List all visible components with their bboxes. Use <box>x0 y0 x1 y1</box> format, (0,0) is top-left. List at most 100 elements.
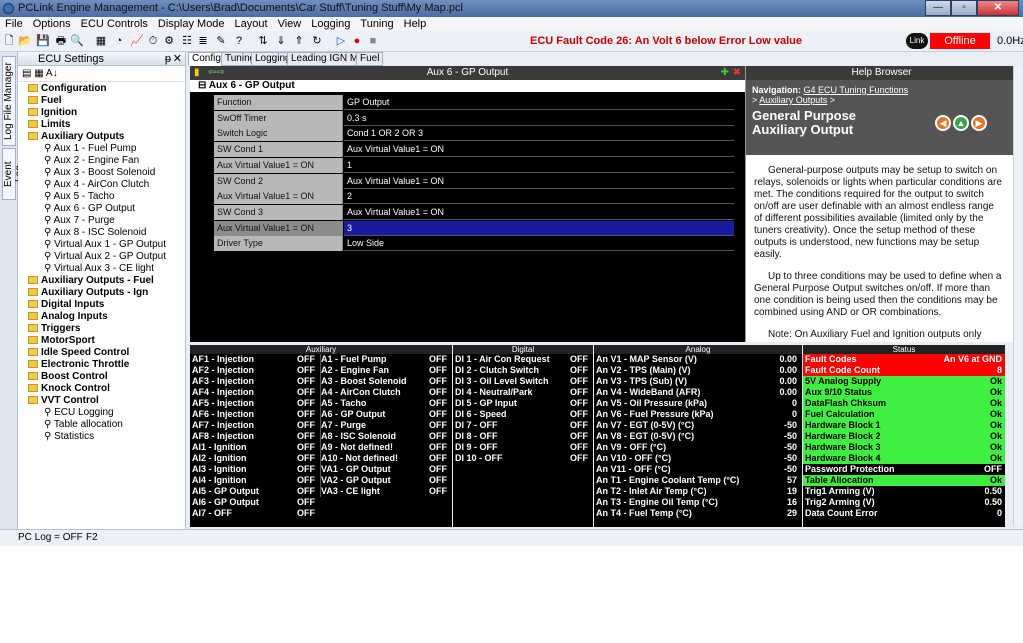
tree-item[interactable]: Fuel <box>18 95 185 107</box>
tree-item[interactable]: ⚲ ECU Logging <box>18 407 185 419</box>
record-icon[interactable]: ● <box>350 34 364 48</box>
table-icon[interactable]: ☷ <box>180 34 194 48</box>
property-value[interactable]: Aux Virtual Value1 = ON <box>344 204 734 220</box>
new-file-icon[interactable]: 🗋 <box>2 34 16 48</box>
tree-item[interactable]: ⚲ Aux 2 - Engine Fan <box>18 155 185 167</box>
maximize-button[interactable]: ▫ <box>951 0 977 16</box>
tree-item[interactable]: ⚲ Aux 5 - Tacho <box>18 191 185 203</box>
tree-item[interactable]: Auxiliary Outputs - Ign <box>18 287 185 299</box>
tree-item[interactable]: Idle Speed Control <box>18 347 185 359</box>
property-row[interactable]: SwOff Timer 0.3 s <box>214 110 744 127</box>
close-panel-icon[interactable]: ✕ <box>173 52 182 66</box>
list-icon[interactable]: ≣ <box>196 34 210 48</box>
grid-icon[interactable]: ▦ <box>94 34 108 48</box>
tree-item[interactable]: ⚲ Statistics <box>18 431 185 443</box>
tree-item[interactable]: Limits <box>18 119 185 131</box>
close-button[interactable]: ✕ <box>977 0 1019 16</box>
property-value[interactable]: Low Side <box>344 236 734 252</box>
tab-config[interactable]: Config <box>188 52 225 66</box>
tree-item[interactable]: ⚲ Aux 1 - Fuel Pump <box>18 143 185 155</box>
ecu-connect-icon[interactable]: ⇅ <box>256 34 270 48</box>
tab-log-file-manager[interactable]: Log File Manager <box>2 56 16 146</box>
menu-ecu-controls[interactable]: ECU Controls <box>76 17 153 31</box>
up-icon[interactable]: ▲ <box>953 115 969 131</box>
sort-alpha-icon[interactable]: A↓ <box>46 68 58 79</box>
collapse-icon[interactable]: ⊟ <box>198 80 209 91</box>
clock-icon[interactable]: ⏱ <box>146 34 160 48</box>
categorized-icon[interactable]: ▤ ▦ <box>22 68 46 79</box>
tree-item[interactable]: Boost Control <box>18 371 185 383</box>
property-value[interactable]: 1 <box>344 157 734 173</box>
property-row[interactable]: Switch Logic Cond 1 OR 2 OR 3 <box>214 126 744 142</box>
property-row[interactable]: Aux Virtual Value1 = ON 2 <box>214 189 744 205</box>
menu-logging[interactable]: Logging <box>306 17 355 31</box>
menu-view[interactable]: View <box>273 17 307 31</box>
tab-fuel[interactable]: Fuel <box>356 52 384 66</box>
menu-options[interactable]: Options <box>28 17 76 31</box>
property-value[interactable]: Aux Virtual Value1 = ON <box>344 142 734 158</box>
open-folder-icon[interactable]: 📂 <box>18 34 32 48</box>
tree-item[interactable]: ⚲ Virtual Aux 1 - GP Output <box>18 239 185 251</box>
stop-icon[interactable]: ■ <box>366 34 380 48</box>
tree-item[interactable]: ⚲ Virtual Aux 2 - GP Output <box>18 251 185 263</box>
property-row[interactable]: SW Cond 2 Aux Virtual Value1 = ON <box>214 173 744 190</box>
vertical-scrollbar[interactable] <box>1013 66 1022 526</box>
ecu-load-icon[interactable]: ⇑ <box>292 34 306 48</box>
nav-arrows-icon[interactable]: ⇦⇨ <box>208 66 225 80</box>
add-icon[interactable]: ✚ <box>721 66 729 80</box>
menu-display-mode[interactable]: Display Mode <box>153 17 230 31</box>
tree-item[interactable]: Configuration <box>18 83 185 95</box>
tree-item[interactable]: ⚲ Aux 6 - GP Output <box>18 203 185 215</box>
tree-item[interactable]: ⚲ Aux 8 - ISC Solenoid <box>18 227 185 239</box>
nav-link-g4[interactable]: G4 ECU Tuning Functions <box>804 85 909 95</box>
tree-item[interactable]: Knock Control <box>18 383 185 395</box>
property-value[interactable]: 2 <box>344 189 734 205</box>
chart-icon[interactable]: 📈 <box>130 34 144 48</box>
tree-item[interactable]: ⚲ Aux 7 - Purge <box>18 215 185 227</box>
property-value[interactable]: 3 <box>344 220 734 236</box>
property-row[interactable]: Driver Type Low Side <box>214 236 744 252</box>
remove-icon[interactable]: ✖ <box>733 66 741 80</box>
property-value[interactable]: Aux Virtual Value1 = ON <box>344 173 734 189</box>
wand-icon[interactable]: ✎ <box>214 34 228 48</box>
tree-item[interactable]: ⚲ Aux 4 - AirCon Clutch <box>18 179 185 191</box>
menu-tuning[interactable]: Tuning <box>355 17 398 31</box>
nav-link-aux[interactable]: Auxiliary Outputs <box>759 95 827 105</box>
property-row[interactable]: Aux Virtual Value1 = ON 1 <box>214 157 744 174</box>
property-row[interactable]: Function GP Output <box>214 95 744 111</box>
tree-item[interactable]: ⚲ Aux 3 - Boost Solenoid <box>18 167 185 179</box>
refresh-icon[interactable]: ↻ <box>310 34 324 48</box>
tree-item[interactable]: Analog Inputs <box>18 311 185 323</box>
tree-item[interactable]: Electronic Throttle <box>18 359 185 371</box>
play-icon[interactable]: ▷ <box>334 34 348 48</box>
tune-icon[interactable]: ⚙ <box>162 34 176 48</box>
forward-icon[interactable]: ▶ <box>971 115 987 131</box>
menu-layout[interactable]: Layout <box>230 17 273 31</box>
menu-help[interactable]: Help <box>399 17 432 31</box>
property-value[interactable]: Cond 1 OR 2 OR 3 <box>344 126 734 142</box>
tree-item[interactable]: ⚲ Virtual Aux 3 - CE light <box>18 263 185 275</box>
help-icon[interactable]: ? <box>232 34 246 48</box>
tree-item[interactable]: Auxiliary Outputs - Fuel <box>18 275 185 287</box>
property-row[interactable]: SW Cond 3 Aux Virtual Value1 = ON <box>214 204 744 221</box>
tree-item[interactable]: ⚲ Table allocation <box>18 419 185 431</box>
tree-item[interactable]: Digital Inputs <box>18 299 185 311</box>
print-preview-icon[interactable]: 🔍 <box>70 34 84 48</box>
property-value[interactable]: 0.3 s <box>344 110 734 126</box>
menu-file[interactable]: File <box>0 17 28 31</box>
tree-item[interactable]: VVT Control <box>18 395 185 407</box>
tree-item[interactable]: MotorSport <box>18 335 185 347</box>
pin-icon[interactable]: ᵽ <box>165 52 171 66</box>
minimize-button[interactable]: — <box>925 0 951 16</box>
back-icon[interactable]: ◀ <box>935 115 951 131</box>
save-icon[interactable]: 💾 <box>36 34 50 48</box>
ecu-store-icon[interactable]: ⇓ <box>274 34 288 48</box>
property-row[interactable]: SW Cond 1 Aux Virtual Value1 = ON <box>214 142 744 158</box>
print-icon[interactable]: 🖶 <box>54 34 68 48</box>
gauge-icon[interactable]: ◔ <box>112 34 126 48</box>
tab-event-log[interactable]: Event Log <box>2 148 25 200</box>
tree-item[interactable]: Auxiliary Outputs <box>18 131 185 143</box>
property-value[interactable]: GP Output <box>344 95 734 110</box>
property-row[interactable]: Aux Virtual Value1 = ON 3 <box>214 220 744 237</box>
tree-item[interactable]: Triggers <box>18 323 185 335</box>
